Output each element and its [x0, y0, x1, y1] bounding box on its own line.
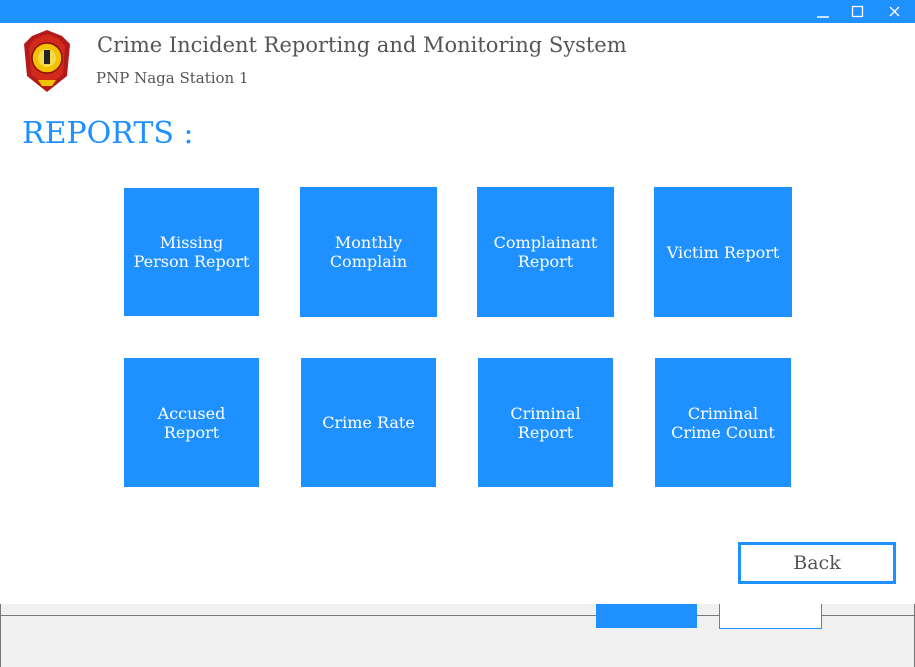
- station-name: PNP Naga Station 1: [96, 69, 249, 87]
- crime-rate-button[interactable]: Crime Rate: [301, 358, 436, 487]
- close-button[interactable]: [880, 0, 910, 23]
- accused-report-button[interactable]: Accused Report: [124, 358, 259, 487]
- app-title: Crime Incident Reporting and Monitoring …: [97, 33, 627, 57]
- background-outline-button: [719, 604, 822, 629]
- criminal-report-button[interactable]: Criminal Report: [478, 358, 613, 487]
- minimize-icon: [817, 15, 829, 18]
- complainant-report-button[interactable]: Complainant Report: [477, 187, 614, 317]
- close-icon: [889, 6, 900, 16]
- background-blue-button: [596, 604, 697, 628]
- pnp-seal-logo: [24, 30, 70, 92]
- victim-report-button[interactable]: Victim Report: [654, 187, 792, 317]
- reports-heading: REPORTS :: [22, 116, 194, 151]
- window-title-bar: [0, 0, 915, 23]
- back-button[interactable]: Back: [738, 542, 896, 584]
- missing-person-report-button[interactable]: Missing Person Report: [124, 188, 259, 316]
- background-border-left: [0, 604, 1, 667]
- monthly-complain-button[interactable]: Monthly Complain: [300, 187, 437, 317]
- maximize-button[interactable]: [843, 0, 873, 23]
- maximize-icon: [851, 5, 864, 17]
- minimize-button[interactable]: [808, 0, 838, 23]
- criminal-crime-count-button[interactable]: Criminal Crime Count: [655, 358, 791, 487]
